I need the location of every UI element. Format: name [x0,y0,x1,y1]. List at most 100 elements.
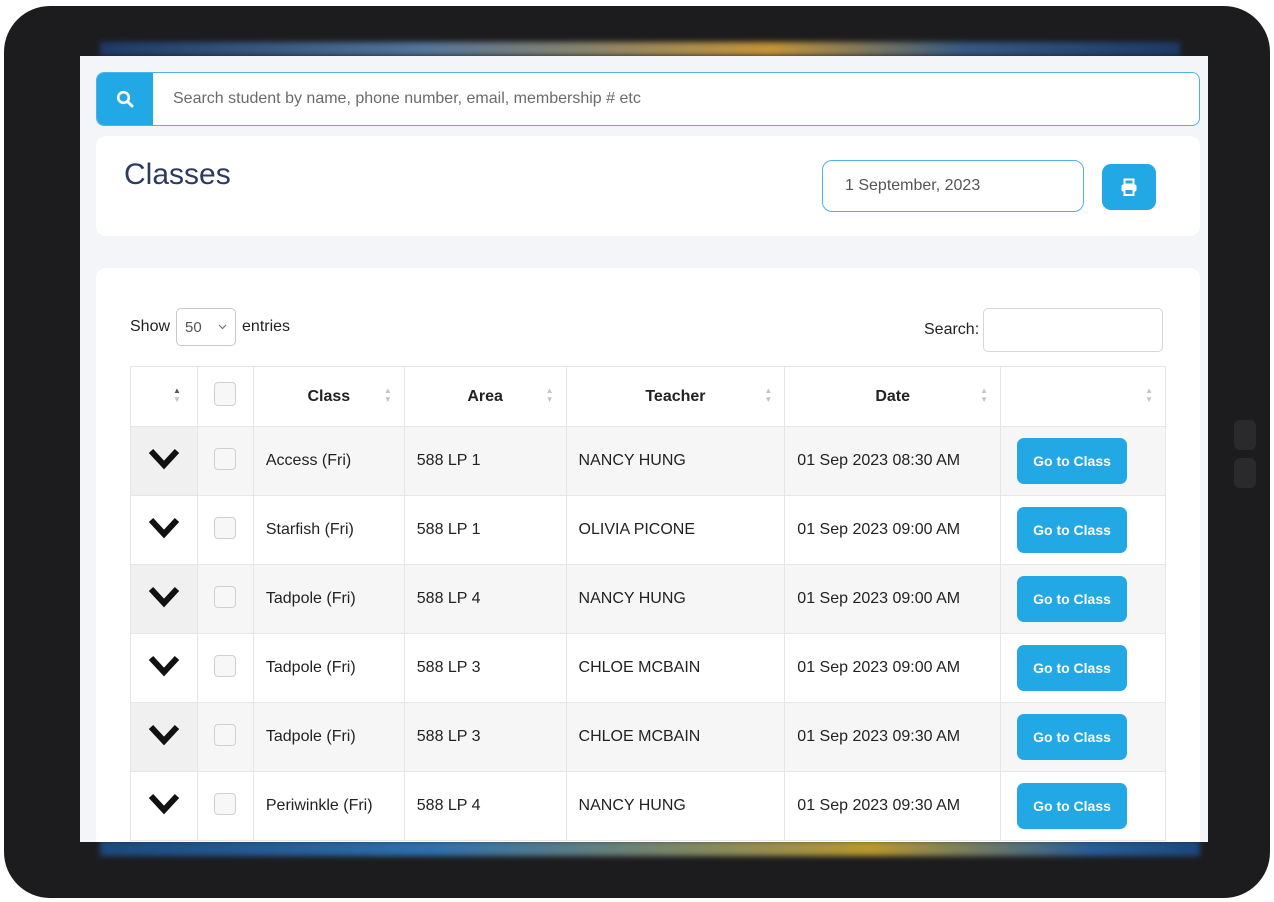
go-to-class-button[interactable]: Go to Class [1017,714,1128,760]
entries-label: entries [242,318,291,335]
area-cell: 588 LP 3 [403,702,567,772]
go-to-class-button[interactable]: Go to Class [1017,507,1128,553]
student-search-input[interactable] [153,73,1199,125]
teacher-cell: NANCY HUNG [565,426,786,496]
row-checkbox-cell [196,771,254,841]
sort-icon: ▲ ▼ [383,386,392,404]
row-checkbox[interactable] [214,447,237,470]
search-icon [116,90,134,108]
classes-table-card: Show 50 entries Search: ▲ ▼ Class ▲ ▼ Ar… [96,268,1200,842]
entries-value: 50 [185,318,202,336]
column-header-label: Area [467,387,503,405]
entries-select[interactable]: 50 [176,308,237,346]
chevron-down-icon [148,586,180,607]
class-cell: Access (Fri) [252,426,405,496]
row-checkbox-cell [196,426,254,496]
area-cell: 588 LP 1 [403,426,567,496]
date-cell: 01 Sep 2023 09:30 AM [784,771,1002,841]
date-cell: 01 Sep 2023 08:30 AM [784,426,1002,496]
column-header-class[interactable]: Class ▲ ▼ [252,366,405,427]
expand-column-header[interactable]: ▲ ▼ [130,366,198,427]
column-header-action[interactable]: ▲ ▼ [1000,366,1166,427]
go-to-class-button[interactable]: Go to Class [1017,783,1128,829]
table-row: Starfish (Fri) 588 LP 1 OLIVIA PICONE 01… [130,495,1166,565]
expand-toggle[interactable] [130,702,198,772]
area-cell: 588 LP 3 [403,633,567,703]
table-filter: Search: [924,308,1164,352]
class-cell: Tadpole (Fri) [252,633,405,703]
area-cell: 588 LP 4 [403,771,567,841]
row-checkbox[interactable] [214,654,237,677]
app-screen: Classes Show 50 entries Search: [80,56,1208,842]
area-cell: 588 LP 1 [403,495,567,565]
area-cell: 588 LP 4 [403,564,567,634]
action-cell: Go to Class [1000,702,1166,772]
teacher-cell: CHLOE MCBAIN [565,702,786,772]
chevron-down-icon [218,324,227,330]
sort-icon: ▲ ▼ [764,386,773,404]
print-button[interactable] [1102,164,1156,210]
go-to-class-button[interactable]: Go to Class [1017,576,1128,622]
search-button[interactable] [97,73,153,125]
select-all-header[interactable] [196,366,254,427]
chevron-down-icon [148,724,180,745]
table-row: Tadpole (Fri) 588 LP 3 CHLOE MCBAIN 01 S… [130,633,1166,703]
column-header-area[interactable]: Area ▲ ▼ [403,366,567,427]
table-row: Tadpole (Fri) 588 LP 4 NANCY HUNG 01 Sep… [130,564,1166,634]
page-title: Classes [124,158,231,191]
tablet-side-button [1234,420,1256,450]
action-cell: Go to Class [1000,633,1166,703]
date-cell: 01 Sep 2023 09:30 AM [784,702,1002,772]
table-search-label: Search: [924,321,980,338]
select-all-checkbox[interactable] [214,382,237,406]
show-label: Show [130,318,171,335]
column-header-date[interactable]: Date ▲ ▼ [784,366,1002,427]
row-checkbox-cell [196,633,254,703]
teacher-cell: CHLOE MCBAIN [565,633,786,703]
date-cell: 01 Sep 2023 09:00 AM [784,633,1002,703]
row-checkbox[interactable] [214,792,237,815]
table-search-input[interactable] [983,308,1164,352]
column-header-teacher[interactable]: Teacher ▲ ▼ [565,366,786,427]
row-checkbox-cell [196,564,254,634]
page-header: Classes [96,136,1200,236]
expand-toggle[interactable] [130,771,198,841]
column-header-label: Date [875,387,910,405]
expand-toggle[interactable] [130,426,198,496]
screen-edge-glow [100,840,1200,856]
row-checkbox[interactable] [214,585,237,608]
expand-toggle[interactable] [130,633,198,703]
go-to-class-button[interactable]: Go to Class [1017,645,1128,691]
date-picker-input[interactable] [822,160,1084,212]
row-checkbox[interactable] [214,516,237,539]
chevron-down-icon [148,448,180,469]
action-cell: Go to Class [1000,426,1166,496]
table-row: Periwinkle (Fri) 588 LP 4 NANCY HUNG 01 … [130,771,1166,841]
tablet-side-button [1234,458,1256,488]
teacher-cell: NANCY HUNG [565,771,786,841]
chevron-down-icon [148,793,180,814]
column-header-label: Teacher [645,387,706,405]
table-row: Access (Fri) 588 LP 1 NANCY HUNG 01 Sep … [130,426,1166,496]
chevron-down-icon [148,655,180,676]
row-checkbox-cell [196,702,254,772]
expand-toggle[interactable] [130,495,198,565]
classes-table: ▲ ▼ Class ▲ ▼ Area ▲ ▼ Teacher ▲ ▼ Date … [130,366,1166,841]
action-cell: Go to Class [1000,564,1166,634]
action-cell: Go to Class [1000,495,1166,565]
table-row: Tadpole (Fri) 588 LP 3 CHLOE MCBAIN 01 S… [130,702,1166,772]
sort-icon: ▲ ▼ [173,386,181,404]
date-cell: 01 Sep 2023 09:00 AM [784,495,1002,565]
action-cell: Go to Class [1000,771,1166,841]
sort-icon: ▲ ▼ [545,386,554,404]
column-header-label: Class [307,387,351,405]
class-cell: Tadpole (Fri) [252,702,405,772]
sort-icon: ▲ ▼ [980,386,989,404]
print-icon [1121,178,1137,196]
expand-toggle[interactable] [130,564,198,634]
chevron-down-icon [148,517,180,538]
class-cell: Periwinkle (Fri) [252,771,405,841]
row-checkbox[interactable] [214,723,237,746]
go-to-class-button[interactable]: Go to Class [1017,438,1128,484]
class-cell: Tadpole (Fri) [252,564,405,634]
